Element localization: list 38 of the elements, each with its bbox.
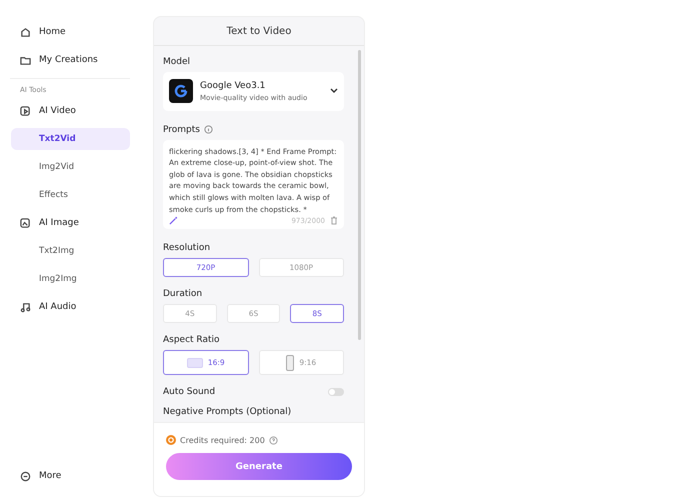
auto-sound-toggle[interactable]: [328, 388, 344, 396]
sidebar-subitem[interactable]: Img2Img: [11, 268, 130, 290]
sidebar-subitem[interactable]: Img2Vid: [11, 156, 130, 178]
sidebar-subitem[interactable]: Effects: [11, 184, 130, 206]
sidebar-subitem[interactable]: Txt2Img: [11, 240, 130, 262]
landscape-icon: [186, 358, 203, 368]
prompt-field[interactable]: [163, 140, 344, 229]
folder-icon: [20, 54, 31, 66]
coin-icon: [166, 435, 176, 445]
field-label: Aspect Ratio: [163, 335, 221, 345]
panel-title: Text to Video: [154, 17, 364, 46]
sidebar-item[interactable]: Home: [11, 21, 130, 43]
sidebar-item[interactable]: AI Audio: [11, 296, 130, 318]
credits-text: Credits required: 200: [180, 436, 265, 444]
info-icon: [204, 125, 213, 134]
scrollbar-thumb[interactable]: [358, 50, 361, 340]
logo-icon: [169, 79, 193, 104]
help-icon: [268, 436, 278, 444]
magic-wand-icon[interactable]: [169, 216, 178, 225]
portrait-icon: [286, 354, 294, 370]
field-label: Prompts: [163, 124, 200, 135]
chevron-down-icon: [330, 88, 338, 94]
sidebar-item[interactable]: AI Video: [11, 100, 130, 122]
field-label: Duration: [163, 289, 204, 299]
sidebar-item[interactable]: My Creations: [11, 49, 130, 71]
field-label: Negative Prompts (Optional): [163, 407, 292, 417]
sidebar-item[interactable]: More: [11, 465, 130, 487]
sidebar-subitem[interactable]: Txt2Vid: [11, 128, 130, 150]
trash-icon[interactable]: [330, 216, 338, 225]
music-icon: [20, 302, 31, 312]
model-name: Google Veo3.1: [200, 80, 266, 91]
field-label: Auto Sound: [163, 387, 216, 397]
home-icon: [20, 26, 31, 38]
field-label: Resolution: [163, 243, 212, 253]
field-label: Model: [163, 57, 192, 67]
video-icon: [20, 106, 31, 116]
more-icon: [20, 470, 31, 482]
sidebar-item[interactable]: AI Image: [11, 212, 130, 234]
